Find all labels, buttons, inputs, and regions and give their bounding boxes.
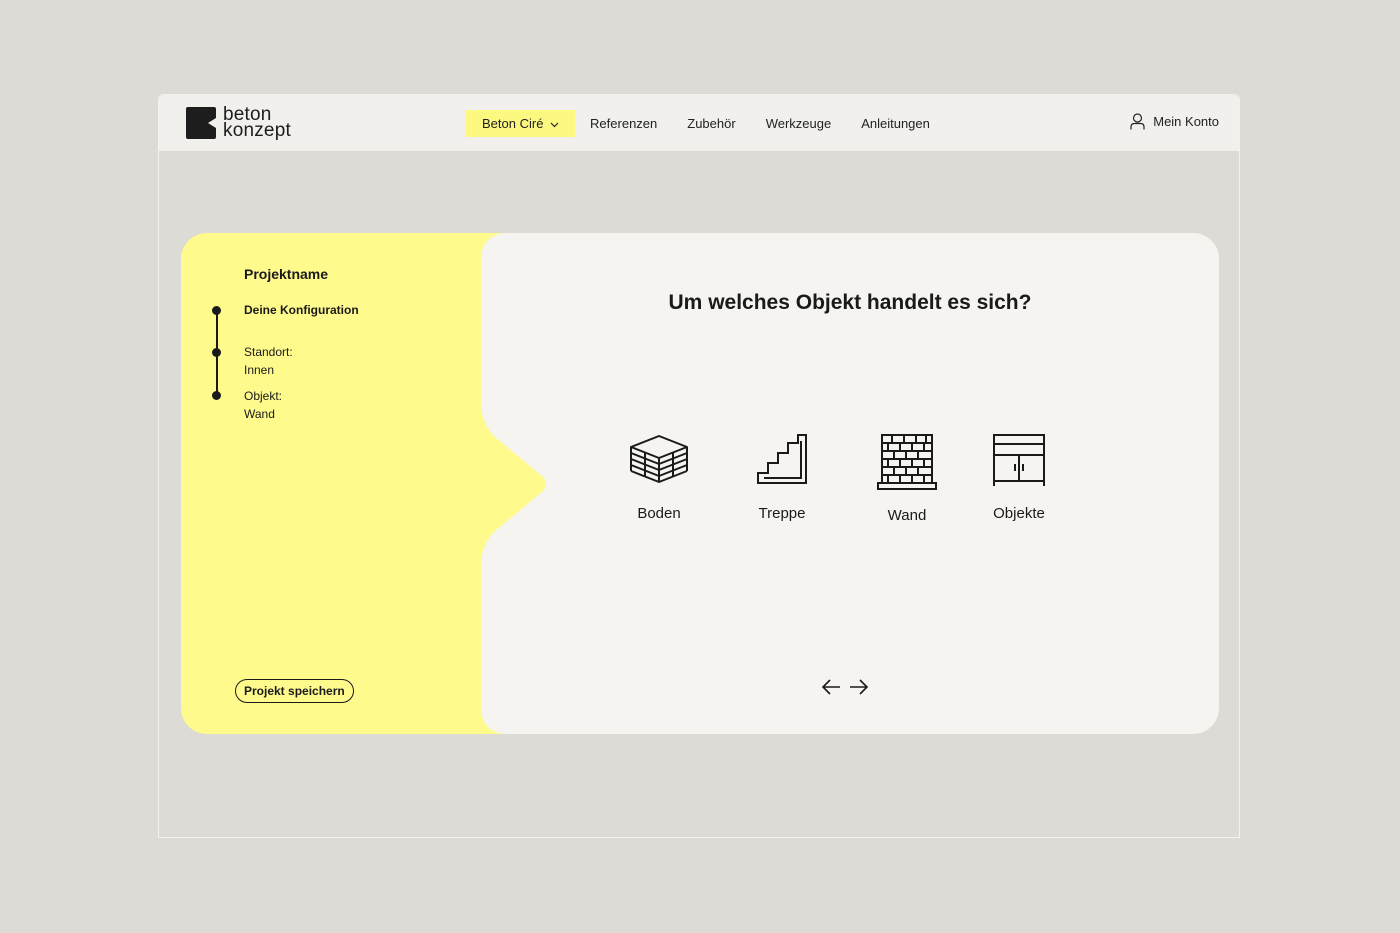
nav-item-werkzeuge[interactable]: Werkzeuge (751, 110, 847, 137)
option-label: Treppe (758, 505, 806, 522)
step-object: Objekt: Wand (244, 387, 282, 423)
nav-item-referenzen[interactable]: Referenzen (575, 110, 672, 137)
option-objekte[interactable]: Objekte (974, 433, 1064, 522)
save-project-button[interactable]: Projekt speichern (235, 679, 354, 703)
project-name: Projektname (244, 266, 329, 282)
account-label: Mein Konto (1153, 114, 1219, 129)
nav-item-zubehoer[interactable]: Zubehör (672, 110, 750, 137)
step-location: Standort: Innen (244, 343, 293, 379)
timeline-dot (212, 391, 221, 400)
nav-item-label: Beton Ciré (482, 116, 544, 131)
user-icon (1130, 113, 1145, 130)
top-navigation-bar: beton konzept Beton Ciré Referenzen Zube… (159, 95, 1239, 151)
floor-layers-icon (630, 435, 688, 483)
configurator-card: Projektname Deine Konfiguration Standort… (181, 233, 1219, 734)
brand-logo[interactable]: beton konzept (186, 105, 291, 141)
option-label: Objekte (993, 505, 1045, 522)
step-label: Standort: (244, 345, 293, 359)
main-nav: Beton Ciré Referenzen Zubehör Werkzeuge … (466, 110, 945, 137)
chevron-down-icon (550, 122, 559, 127)
account-link[interactable]: Mein Konto (1130, 113, 1219, 130)
arrow-right-icon[interactable] (849, 679, 869, 695)
nav-item-beton-cire[interactable]: Beton Ciré (466, 110, 576, 137)
step-value: Innen (244, 363, 275, 377)
step-configuration: Deine Konfiguration (244, 301, 359, 319)
brand-line-2: konzept (223, 120, 291, 141)
stairs-icon (757, 434, 807, 484)
brick-wall-icon (877, 434, 937, 490)
option-label: Boden (637, 505, 681, 522)
step-value: Wand (244, 407, 275, 421)
question-heading: Um welches Objekt handelt es sich? (668, 291, 1032, 314)
brand-wordmark: beton konzept (223, 105, 291, 141)
browser-window: beton konzept Beton Ciré Referenzen Zube… (158, 94, 1240, 838)
step-label: Objekt: (244, 389, 283, 403)
object-options: Boden Treppe Wand Objekte (181, 433, 1219, 533)
timeline-dot (212, 306, 221, 315)
option-boden[interactable]: Boden (614, 433, 704, 522)
step-label: Deine Konfiguration (244, 303, 359, 317)
timeline-dot (212, 348, 221, 357)
option-wand[interactable]: Wand (862, 433, 952, 524)
option-treppe[interactable]: Treppe (737, 433, 827, 522)
option-label: Wand (887, 507, 927, 524)
cabinet-icon (993, 434, 1045, 486)
nav-item-anleitungen[interactable]: Anleitungen (846, 110, 945, 137)
step-navigation (821, 679, 869, 695)
logo-mark-icon (186, 107, 216, 139)
arrow-left-icon[interactable] (821, 679, 841, 695)
